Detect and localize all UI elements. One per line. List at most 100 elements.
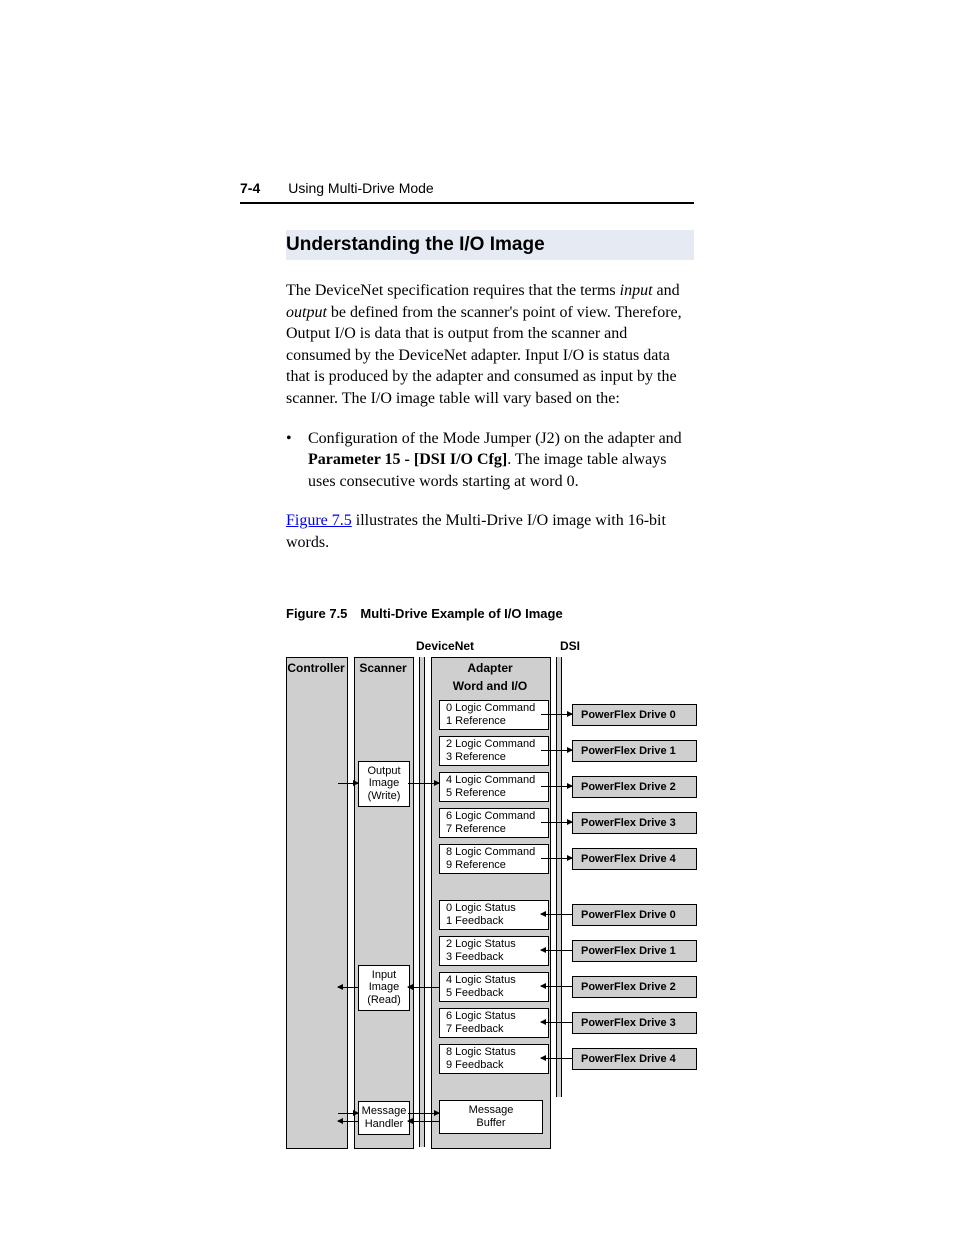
arrow-from-drive (541, 914, 572, 915)
term-output: output (286, 304, 327, 321)
text: 9 Reference (446, 859, 548, 872)
text: 3 Feedback (446, 951, 548, 964)
adapter-in-row: 8 Logic Status 9 Feedback (439, 1044, 549, 1074)
controller-header: Controller (286, 661, 346, 675)
arrow-to-drive (541, 858, 572, 859)
text: Image (369, 981, 400, 994)
bullet-dot: • (286, 428, 308, 493)
paragraph-1: The DeviceNet specification requires tha… (286, 280, 694, 410)
drive-box: PowerFlex Drive 2 (572, 776, 697, 798)
arrow-msg-ctrl-1 (338, 1113, 358, 1114)
page-number: 7-4 (240, 180, 260, 196)
text: be defined from the scanner's point of v… (286, 304, 682, 407)
text: 1 Feedback (446, 915, 548, 928)
input-image-box: Input Image (Read) (358, 965, 410, 1011)
adapter-out-row: 2 Logic Command 3 Reference (439, 736, 549, 766)
label-dsi: DSI (560, 639, 580, 653)
drive-box: PowerFlex Drive 3 (572, 812, 697, 834)
drive-box: PowerFlex Drive 1 (572, 740, 697, 762)
text: 0 Logic Command (446, 702, 548, 715)
adapter-in-row: 0 Logic Status 1 Feedback (439, 900, 549, 930)
text: 6 Logic Command (446, 810, 548, 823)
controller-column (286, 657, 348, 1149)
message-handler-box: Message Handler (358, 1101, 410, 1135)
scanner-column (354, 657, 414, 1149)
text: Output (367, 765, 400, 778)
adapter-subheader: Word and I/O (431, 679, 549, 693)
adapter-out-row: 0 Logic Command 1 Reference (439, 700, 549, 730)
text: (Read) (367, 994, 401, 1007)
text: Message (362, 1105, 407, 1118)
text: 8 Logic Command (446, 846, 548, 859)
param-name: Parameter 15 - [DSI I/O Cfg] (308, 451, 507, 468)
adapter-in-row: 2 Logic Status 3 Feedback (439, 936, 549, 966)
adapter-out-row: 8 Logic Command 9 Reference (439, 844, 549, 874)
text: 6 Logic Status (446, 1010, 548, 1023)
adapter-header: Adapter (431, 661, 549, 675)
label-devicenet: DeviceNet (416, 639, 474, 653)
arrow-out-ctrl (338, 783, 358, 784)
drive-box: PowerFlex Drive 0 (572, 704, 697, 726)
scanner-header: Scanner (354, 661, 412, 675)
text: 5 Reference (446, 787, 548, 800)
text: Image (369, 777, 400, 790)
arrow-from-drive (541, 1058, 572, 1059)
dsi-bus (556, 657, 562, 1097)
text: 1 Reference (446, 715, 548, 728)
text: Message (469, 1104, 514, 1117)
text: The DeviceNet specification requires tha… (286, 282, 620, 299)
arrow-from-drive (541, 986, 572, 987)
text: 8 Logic Status (446, 1046, 548, 1059)
term-input: input (620, 282, 653, 299)
text: Handler (365, 1118, 404, 1131)
section-heading: Understanding the I/O Image (286, 230, 694, 260)
bullet-text: Configuration of the Mode Jumper (J2) on… (308, 428, 694, 493)
running-header: 7-4 Using Multi-Drive Mode (240, 180, 694, 196)
page: 7-4 Using Multi-Drive Mode Understanding… (0, 0, 954, 1235)
bullet-1: • Configuration of the Mode Jumper (J2) … (286, 428, 694, 493)
arrow-to-drive (541, 786, 572, 787)
adapter-in-row: 6 Logic Status 7 Feedback (439, 1008, 549, 1038)
arrow-in-dnet (408, 987, 439, 988)
text: Buffer (476, 1117, 505, 1130)
arrow-to-drive (541, 714, 572, 715)
text: Input (372, 969, 396, 982)
text: 0 Logic Status (446, 902, 548, 915)
arrow-to-drive (541, 750, 572, 751)
text: 9 Feedback (446, 1059, 548, 1072)
io-image-diagram: DeviceNet DSI Controller Scanner Adapter… (286, 639, 706, 1151)
output-image-box: Output Image (Write) (358, 761, 410, 807)
text: 2 Logic Command (446, 738, 548, 751)
text: 4 Logic Status (446, 974, 548, 987)
arrow-out-dnet (408, 783, 439, 784)
drive-box: PowerFlex Drive 4 (572, 848, 697, 870)
text: 2 Logic Status (446, 938, 548, 951)
paragraph-2: Figure 7.5 illustrates the Multi-Drive I… (286, 510, 694, 553)
arrow-to-drive (541, 822, 572, 823)
arrow-from-drive (541, 1022, 572, 1023)
header-rule (240, 202, 694, 204)
text: (Write) (368, 790, 401, 803)
text: and (653, 282, 680, 299)
arrow-msg-dnet-1 (408, 1113, 439, 1114)
figure-caption: Figure 7.5 Multi-Drive Example of I/O Im… (286, 606, 694, 621)
text: 7 Feedback (446, 1023, 548, 1036)
devicenet-bus (419, 657, 425, 1147)
drive-box: PowerFlex Drive 1 (572, 940, 697, 962)
arrow-msg-ctrl-2 (338, 1121, 358, 1122)
adapter-out-row: 6 Logic Command 7 Reference (439, 808, 549, 838)
arrow-in-ctrl (338, 987, 358, 988)
chapter-title: Using Multi-Drive Mode (288, 180, 433, 196)
arrow-from-drive (541, 950, 572, 951)
message-buffer-box: Message Buffer (439, 1100, 543, 1134)
adapter-out-row: 4 Logic Command 5 Reference (439, 772, 549, 802)
text: 4 Logic Command (446, 774, 548, 787)
drive-box: PowerFlex Drive 3 (572, 1012, 697, 1034)
content-area: Understanding the I/O Image The DeviceNe… (286, 230, 694, 1151)
drive-box: PowerFlex Drive 0 (572, 904, 697, 926)
text: 3 Reference (446, 751, 548, 764)
text: 7 Reference (446, 823, 548, 836)
arrow-msg-dnet-2 (408, 1121, 439, 1122)
figure-link[interactable]: Figure 7.5 (286, 512, 352, 529)
text: 5 Feedback (446, 987, 548, 1000)
